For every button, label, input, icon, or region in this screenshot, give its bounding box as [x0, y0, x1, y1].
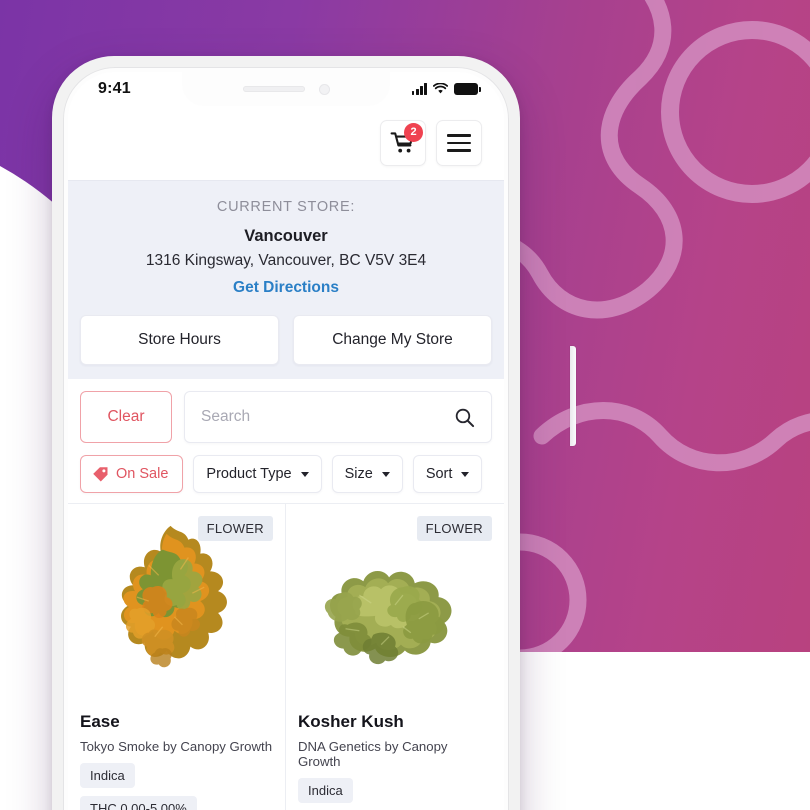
- earpiece-speaker-icon: [242, 86, 305, 92]
- get-directions-link[interactable]: Get Directions: [80, 279, 492, 297]
- product-type-dropdown[interactable]: Product Type: [193, 455, 322, 493]
- on-sale-label: On Sale: [116, 466, 169, 482]
- chevron-down-icon: [300, 471, 309, 477]
- product-type-badge: FLOWER: [197, 516, 273, 541]
- phone-screen: 9:41 2 CURRENT STORE: Vancouver 1316 Kin…: [68, 72, 504, 810]
- battery-full-icon: [454, 83, 481, 95]
- cannabis-bud-image: [121, 525, 227, 668]
- product-strain-tag: Indica: [298, 778, 353, 803]
- filter-row-search: Clear: [80, 391, 492, 443]
- product-card[interactable]: FLOWER: [286, 504, 504, 810]
- chevron-down-icon: [461, 471, 470, 477]
- store-hours-button[interactable]: Store Hours: [80, 315, 279, 365]
- search-field-wrapper[interactable]: [184, 391, 492, 443]
- chevron-down-icon: [381, 471, 390, 477]
- cart-button[interactable]: 2: [380, 120, 426, 166]
- store-action-buttons: Store Hours Change My Store: [80, 315, 492, 365]
- clear-filters-button[interactable]: Clear: [80, 391, 172, 443]
- filter-bar: Clear Search On Sale Product Type Size S…: [68, 379, 504, 503]
- product-card[interactable]: FLOWER: [68, 504, 286, 810]
- status-bar-time: 9:41: [98, 80, 131, 97]
- store-address: 1316 Kingsway, Vancouver, BC V5V 3E4: [145, 252, 427, 269]
- cart-badge: 2: [404, 123, 423, 142]
- product-brand: Tokyo Smoke by Canopy Growth: [80, 739, 273, 754]
- product-brand: DNA Genetics by Canopy Growth: [298, 739, 448, 769]
- product-name: Ease: [80, 712, 120, 731]
- size-label: Size: [344, 466, 373, 482]
- product-thc-tag: THC 0.00-5.00%: [80, 796, 197, 810]
- product-type-label: Product Type: [206, 466, 292, 482]
- search-icon[interactable]: [454, 407, 475, 428]
- hamburger-menu-icon: [447, 134, 471, 152]
- sort-dropdown[interactable]: Sort: [412, 455, 483, 493]
- search-input[interactable]: [201, 408, 454, 426]
- phone-mockup: 9:41 2 CURRENT STORE: Vancouver 1316 Kin…: [52, 56, 576, 810]
- phone-bezel: 9:41 2 CURRENT STORE: Vancouver 1316 Kin…: [63, 67, 509, 810]
- phone-notch: [182, 72, 390, 106]
- product-type-badge: FLOWER: [416, 516, 492, 541]
- product-name: Kosher Kush: [298, 712, 404, 731]
- status-bar-icons: [411, 83, 481, 95]
- cannabis-bud-image: [324, 570, 452, 665]
- on-sale-filter-button[interactable]: On Sale: [80, 455, 184, 493]
- change-my-store-button[interactable]: Change My Store: [293, 315, 492, 365]
- price-tag-icon: [93, 466, 108, 481]
- product-image-area: FLOWER: [298, 514, 492, 702]
- cellular-bars-icon: [411, 83, 427, 95]
- wifi-icon: [433, 83, 448, 94]
- store-name: Vancouver: [244, 227, 328, 245]
- product-grid: FLOWER Ease Tokyo Smoke by Canopy Growth…: [68, 503, 504, 810]
- product-strain-tag: Indica: [80, 763, 135, 788]
- screenshot-stage: 9:41 2 CURRENT STORE: Vancouver 1316 Kin…: [0, 0, 810, 810]
- sort-label: Sort: [425, 466, 453, 482]
- menu-button[interactable]: [436, 120, 482, 166]
- current-store-caption: CURRENT STORE:: [216, 199, 356, 215]
- front-camera-icon: [318, 83, 330, 95]
- filter-row-chips: On Sale Product Type Size Sort: [80, 455, 492, 493]
- current-store-panel: CURRENT STORE: Vancouver 1316 Kingsway, …: [68, 180, 504, 379]
- phone-power-button[interactable]: [570, 346, 576, 446]
- product-image-area: FLOWER: [80, 514, 273, 702]
- app-header: 2: [68, 106, 504, 180]
- size-dropdown[interactable]: Size: [331, 455, 403, 493]
